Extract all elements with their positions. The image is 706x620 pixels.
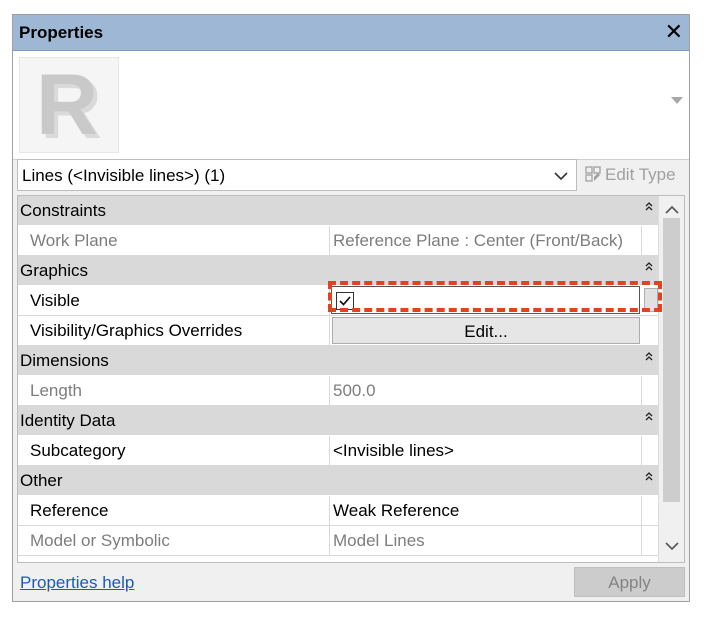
row-subcategory: Subcategory <Invisible lines> bbox=[18, 436, 658, 466]
row-visibility-graphics-overrides: Visibility/Graphics Overrides Edit... bbox=[18, 316, 658, 346]
section-graphics[interactable]: Graphics bbox=[18, 256, 658, 286]
visible-checkbox[interactable] bbox=[336, 292, 354, 310]
chevron-down-icon bbox=[554, 168, 568, 186]
window-title: Properties bbox=[19, 23, 104, 42]
title-bar[interactable]: Properties ✕ bbox=[13, 15, 689, 51]
property-value: Reference Plane : Center (Front/Back) bbox=[330, 226, 642, 255]
row-length: Length 500.0 bbox=[18, 376, 658, 406]
property-name: Work Plane bbox=[18, 226, 330, 255]
scroll-down-icon[interactable] bbox=[665, 538, 679, 556]
type-selector-dropdown[interactable]: Lines (<Invisible lines>) (1) bbox=[17, 159, 577, 191]
collapse-icon[interactable] bbox=[644, 200, 654, 218]
properties-grid: Constraints Work Plane Reference Plane :… bbox=[17, 195, 685, 563]
type-selector-row: Lines (<Invisible lines>) (1) Edit Type bbox=[13, 159, 689, 195]
section-label: Graphics bbox=[20, 261, 89, 280]
collapse-icon[interactable] bbox=[644, 470, 654, 488]
property-name: Visibility/Graphics Overrides bbox=[18, 316, 330, 345]
collapse-icon[interactable] bbox=[644, 410, 654, 428]
family-thumbnail: R bbox=[19, 57, 119, 153]
row-visible: Visible bbox=[18, 286, 658, 316]
section-label: Dimensions bbox=[20, 351, 109, 370]
row-reference: Reference Weak Reference bbox=[18, 496, 658, 526]
edit-type-button[interactable]: Edit Type bbox=[585, 165, 676, 187]
properties-help-link[interactable]: Properties help bbox=[20, 573, 134, 593]
row-work-plane: Work Plane Reference Plane : Center (Fro… bbox=[18, 226, 658, 256]
vertical-scrollbar[interactable] bbox=[658, 196, 684, 562]
checkmark-icon bbox=[339, 296, 351, 306]
section-other[interactable]: Other bbox=[18, 466, 658, 496]
edit-type-icon bbox=[585, 166, 601, 187]
property-value: Model Lines bbox=[330, 526, 642, 555]
collapse-icon[interactable] bbox=[644, 350, 654, 368]
property-value: 500.0 bbox=[330, 376, 642, 405]
subcategory-value[interactable]: <Invisible lines> bbox=[330, 436, 642, 465]
row-model-or-symbolic: Model or Symbolic Model Lines bbox=[18, 526, 658, 556]
preview-dropdown-arrow-icon[interactable] bbox=[671, 97, 683, 104]
scroll-thumb[interactable] bbox=[663, 218, 680, 502]
revit-logo-icon: R bbox=[36, 57, 99, 153]
section-label: Other bbox=[20, 471, 63, 490]
section-label: Constraints bbox=[20, 201, 106, 220]
property-name: Subcategory bbox=[18, 436, 330, 465]
collapse-icon[interactable] bbox=[644, 260, 654, 278]
section-identity-data[interactable]: Identity Data bbox=[18, 406, 658, 436]
type-preview: R bbox=[13, 51, 689, 160]
visible-field[interactable] bbox=[331, 286, 640, 314]
edit-type-label: Edit Type bbox=[605, 165, 676, 184]
property-name: Reference bbox=[18, 496, 330, 525]
field-scroll-handle[interactable] bbox=[644, 288, 658, 312]
apply-button[interactable]: Apply bbox=[574, 567, 685, 597]
close-icon[interactable]: ✕ bbox=[665, 20, 683, 44]
property-name: Model or Symbolic bbox=[18, 526, 330, 555]
reference-value[interactable]: Weak Reference bbox=[330, 496, 642, 525]
properties-palette: Properties ✕ R Lines (<Invisible lines>)… bbox=[12, 14, 690, 602]
type-selector-value: Lines (<Invisible lines>) (1) bbox=[22, 166, 226, 185]
property-name: Length bbox=[18, 376, 330, 405]
section-label: Identity Data bbox=[20, 411, 116, 430]
overrides-edit-button[interactable]: Edit... bbox=[332, 317, 640, 344]
section-constraints[interactable]: Constraints bbox=[18, 196, 658, 226]
property-name: Visible bbox=[18, 286, 330, 315]
section-dimensions[interactable]: Dimensions bbox=[18, 346, 658, 376]
